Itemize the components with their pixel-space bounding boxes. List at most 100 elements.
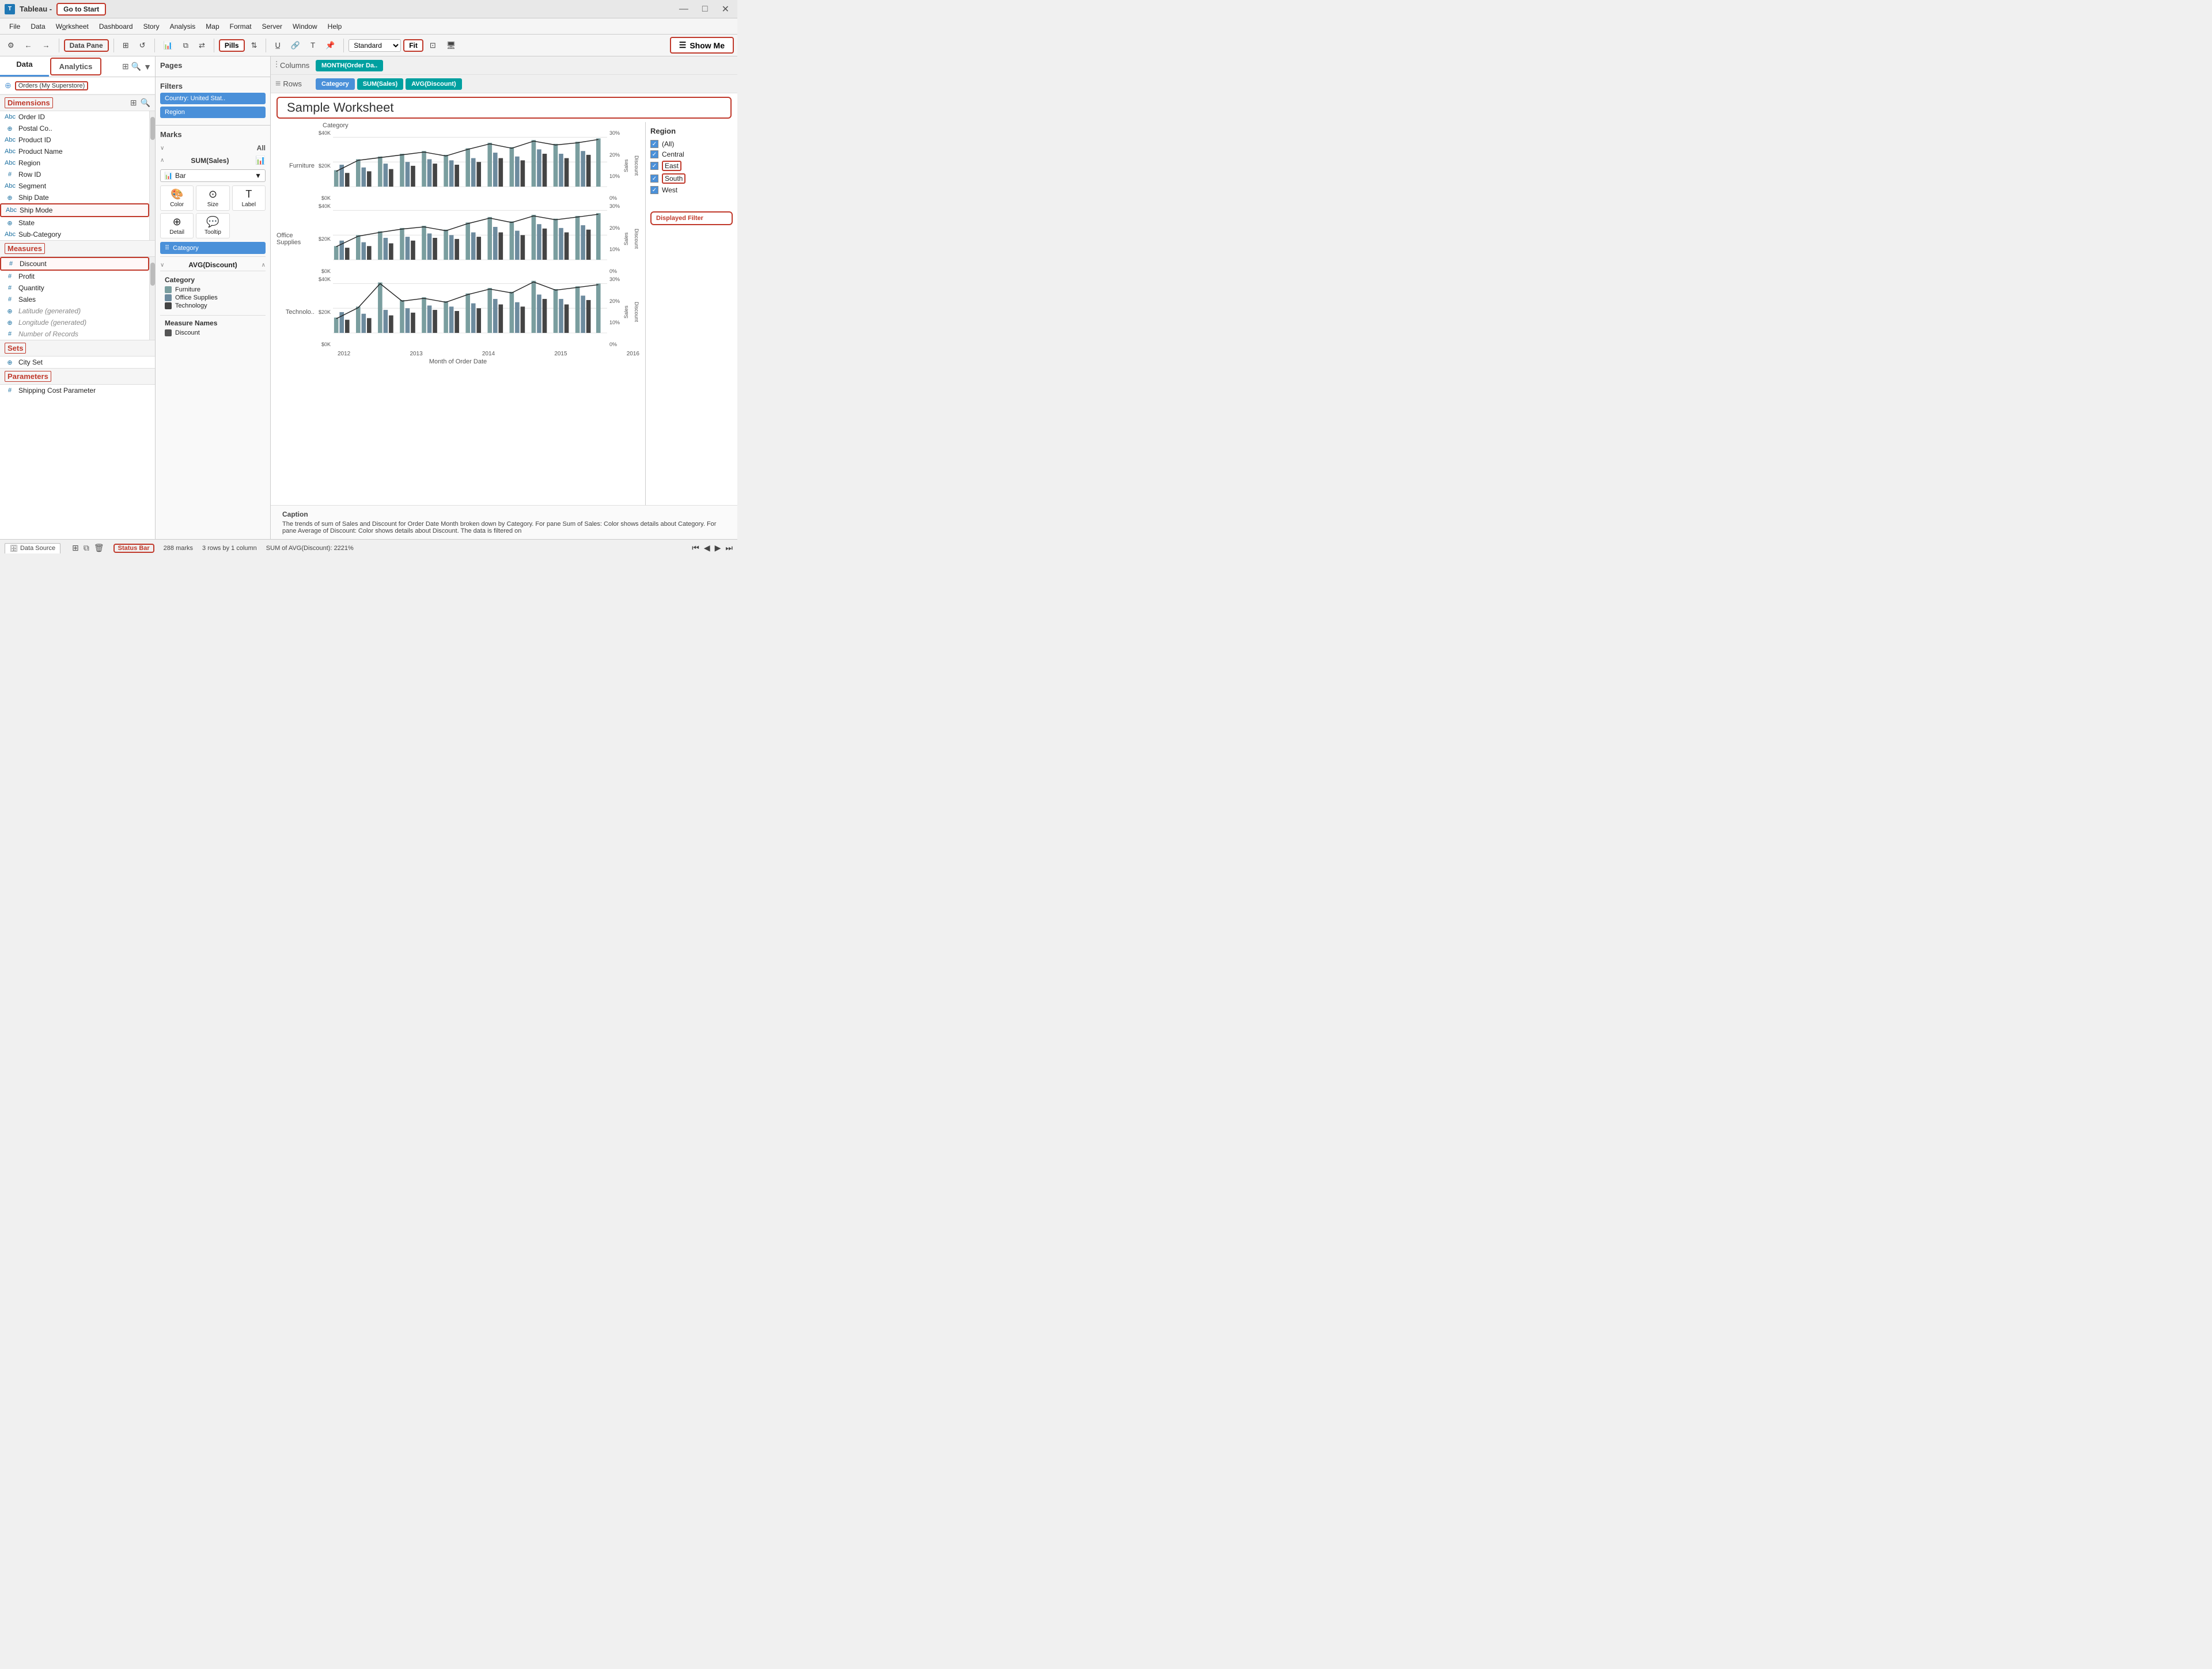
field-row-id[interactable]: # Row ID: [0, 169, 149, 180]
fit-button[interactable]: Fit: [403, 39, 423, 52]
close-button[interactable]: ✕: [718, 2, 733, 16]
expand-icon[interactable]: ▼: [143, 62, 151, 71]
avg-collapse-icon[interactable]: ∧: [262, 262, 266, 268]
label-button[interactable]: T Label: [232, 185, 266, 211]
field-order-id[interactable]: Abc Order ID: [0, 111, 149, 123]
category-rows-pill[interactable]: Category: [316, 78, 355, 90]
sum-sales-rows-pill[interactable]: SUM(Sales): [357, 78, 404, 90]
device-button[interactable]: 🖥: [442, 39, 460, 52]
data-source-tab[interactable]: 🗄 Data Source: [5, 543, 60, 553]
filter-country[interactable]: Country: United Stat..: [160, 93, 266, 104]
field-ship-mode[interactable]: Abc Ship Mode: [0, 203, 149, 217]
field-num-records[interactable]: # Number of Records: [0, 328, 149, 340]
field-product-name[interactable]: Abc Product Name: [0, 146, 149, 157]
avg-discount-rows-pill[interactable]: AVG(Discount): [406, 78, 461, 90]
menu-file[interactable]: File: [5, 21, 25, 32]
menu-analysis[interactable]: Analysis: [165, 21, 200, 32]
month-order-date-pill[interactable]: MONTH(Order Da..: [316, 60, 383, 71]
field-ship-date[interactable]: ⊕ Ship Date: [0, 192, 149, 203]
field-discount[interactable]: # Discount: [0, 257, 149, 271]
menu-help[interactable]: Help: [323, 21, 347, 32]
search-icon[interactable]: 🔍: [131, 62, 141, 71]
tab-analytics[interactable]: Analytics: [50, 58, 101, 75]
prev-button[interactable]: ◀: [704, 543, 710, 553]
go-to-start-button[interactable]: Go to Start: [56, 3, 106, 16]
dimensions-scrollbar[interactable]: [149, 111, 155, 240]
checkbox-south[interactable]: ✓: [650, 175, 658, 183]
menu-format[interactable]: Format: [225, 21, 256, 32]
status-delete-icon[interactable]: 🗑: [94, 543, 104, 553]
maximize-button[interactable]: □: [699, 2, 711, 16]
status-duplicate-icon[interactable]: ⧉: [84, 543, 89, 553]
next-button[interactable]: ▶: [715, 543, 721, 553]
filter-region[interactable]: Region: [160, 107, 266, 118]
data-source-label[interactable]: Orders (My Superstore): [15, 81, 89, 90]
color-button[interactable]: 🎨 Color: [160, 185, 194, 211]
text-button[interactable]: T: [306, 39, 319, 52]
home-button[interactable]: ⚙: [3, 39, 18, 52]
pin-button[interactable]: 📌: [321, 39, 339, 52]
x-axis-title: Month of Order Date: [276, 357, 639, 366]
avg-label[interactable]: AVG(Discount): [188, 261, 237, 269]
field-product-id[interactable]: Abc Product ID: [0, 134, 149, 146]
forward-button[interactable]: →: [39, 39, 54, 52]
standard-dropdown[interactable]: Standard Fit Width Fit Height Entire Vie…: [349, 39, 401, 52]
caption-area: Caption The trends of sum of Sales and D…: [271, 505, 737, 539]
field-shipping-cost-param[interactable]: # Shipping Cost Parameter: [0, 385, 155, 396]
next-next-button[interactable]: ⏭: [725, 543, 733, 553]
menu-window[interactable]: Window: [288, 21, 322, 32]
checkbox-all[interactable]: ✓: [650, 140, 658, 148]
field-sales[interactable]: # Sales: [0, 294, 149, 305]
field-sub-category[interactable]: Abc Sub-Category: [0, 229, 149, 240]
field-longitude[interactable]: ⊕ Longitude (generated): [0, 317, 149, 328]
status-add-icon[interactable]: ⊞: [72, 543, 79, 553]
field-profit[interactable]: # Profit: [0, 271, 149, 282]
field-state[interactable]: ⊕ State: [0, 217, 149, 229]
checkbox-east[interactable]: ✓: [650, 162, 658, 170]
field-postal-code[interactable]: ⊕ Postal Co..: [0, 123, 149, 134]
marks-sum-expand-icon[interactable]: ∧: [160, 157, 164, 164]
tab-data[interactable]: Data: [0, 56, 49, 77]
checkbox-central[interactable]: ✓: [650, 150, 658, 158]
field-quantity[interactable]: # Quantity: [0, 282, 149, 294]
sets-title: Sets: [5, 343, 26, 354]
show-me-button[interactable]: ☰ Show Me: [670, 37, 734, 54]
menu-map[interactable]: Map: [201, 21, 224, 32]
menu-dashboard[interactable]: Dashboard: [94, 21, 138, 32]
detail-button[interactable]: ⊕ Detail: [160, 213, 194, 238]
link-button[interactable]: 🔗: [287, 39, 304, 52]
marks-sum-label[interactable]: SUM(Sales): [191, 157, 229, 165]
mark-type-select[interactable]: 📊 Bar ▼: [160, 169, 266, 182]
swap-button[interactable]: ⇄: [195, 39, 209, 52]
field-region[interactable]: Abc Region: [0, 157, 149, 169]
measures-scrollbar[interactable]: [149, 257, 155, 340]
search-dim-icon[interactable]: 🔍: [141, 98, 150, 108]
field-segment[interactable]: Abc Segment: [0, 180, 149, 192]
refresh-button[interactable]: ↺: [135, 39, 150, 52]
minimize-button[interactable]: —: [676, 2, 692, 16]
size-button[interactable]: ⊙ Size: [196, 185, 229, 211]
menu-data[interactable]: Data: [26, 21, 50, 32]
menu-server[interactable]: Server: [257, 21, 287, 32]
back-button[interactable]: ←: [21, 39, 36, 52]
menu-story[interactable]: Story: [139, 21, 164, 32]
category-pill[interactable]: ⠿ Category: [160, 242, 266, 254]
avg-expand-icon[interactable]: ∨: [160, 262, 164, 268]
field-city-set[interactable]: ⊕ City Set: [0, 356, 155, 368]
tooltip-button[interactable]: 💬 Tooltip: [196, 213, 229, 238]
checkbox-west[interactable]: ✓: [650, 186, 658, 194]
sort-button[interactable]: ⇅: [247, 39, 262, 52]
pills-button[interactable]: Pills: [219, 39, 245, 52]
marks-expand-icon[interactable]: ∨: [160, 145, 164, 151]
present-button[interactable]: ⊡: [426, 39, 440, 52]
new-sheet-button[interactable]: ⊞: [119, 39, 133, 52]
underline-button[interactable]: U̲: [271, 39, 284, 52]
prev-prev-button[interactable]: ⏮: [692, 543, 699, 553]
menu-worksheet[interactable]: Worksheet: [51, 21, 93, 32]
grid-view-icon[interactable]: ⊞: [130, 98, 137, 108]
bar-chart-button[interactable]: 📊: [160, 39, 177, 52]
mark-type-label: Bar: [175, 172, 186, 180]
data-pane-button[interactable]: Data Pane: [64, 39, 109, 52]
field-latitude[interactable]: ⊕ Latitude (generated): [0, 305, 149, 317]
duplicate-button[interactable]: ⧉: [179, 39, 192, 52]
